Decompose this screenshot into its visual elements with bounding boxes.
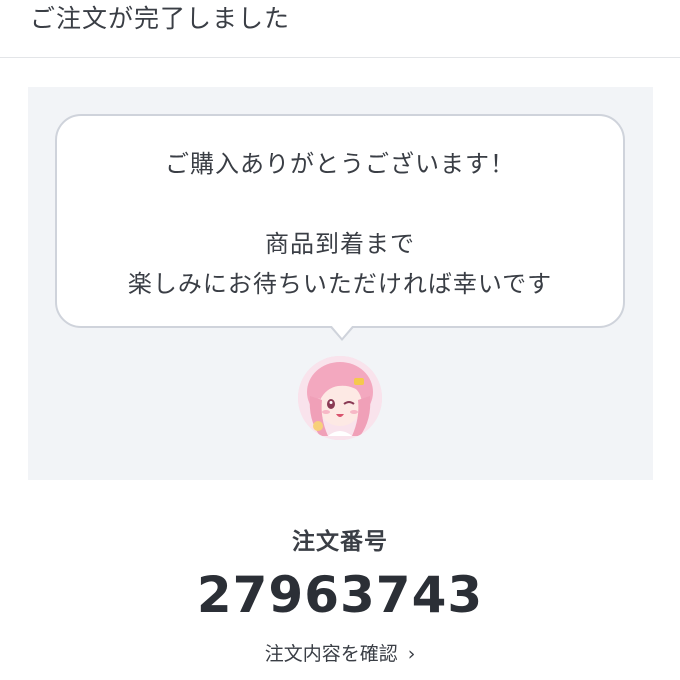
- enjoy-message: 楽しみにお待ちいただければ幸いです: [127, 270, 553, 298]
- thanks-message: ご購入ありがとうございます！: [165, 150, 515, 178]
- page-title: ご注文が完了しました: [30, 4, 291, 33]
- anime-character-avatar: [298, 356, 382, 440]
- speech-bubble-tail-fill: [331, 325, 353, 338]
- order-number: 27963743: [196, 566, 484, 624]
- view-order-details-label: 注文内容を確認: [264, 643, 398, 665]
- order-number-label: 注文番号: [292, 529, 388, 555]
- order-complete-page: ご注文が完了しました ご購入ありがとうございます！ 商品到着まで 楽しみにお待ち…: [0, 0, 680, 680]
- arrival-message: 商品到着まで: [265, 230, 415, 258]
- avatar-illustration: [298, 356, 382, 440]
- header-bar: ご注文が完了しました: [0, 0, 680, 58]
- chevron-right-icon: ›: [407, 643, 416, 665]
- view-order-details-link[interactable]: 注文内容を確認 ›: [0, 641, 680, 667]
